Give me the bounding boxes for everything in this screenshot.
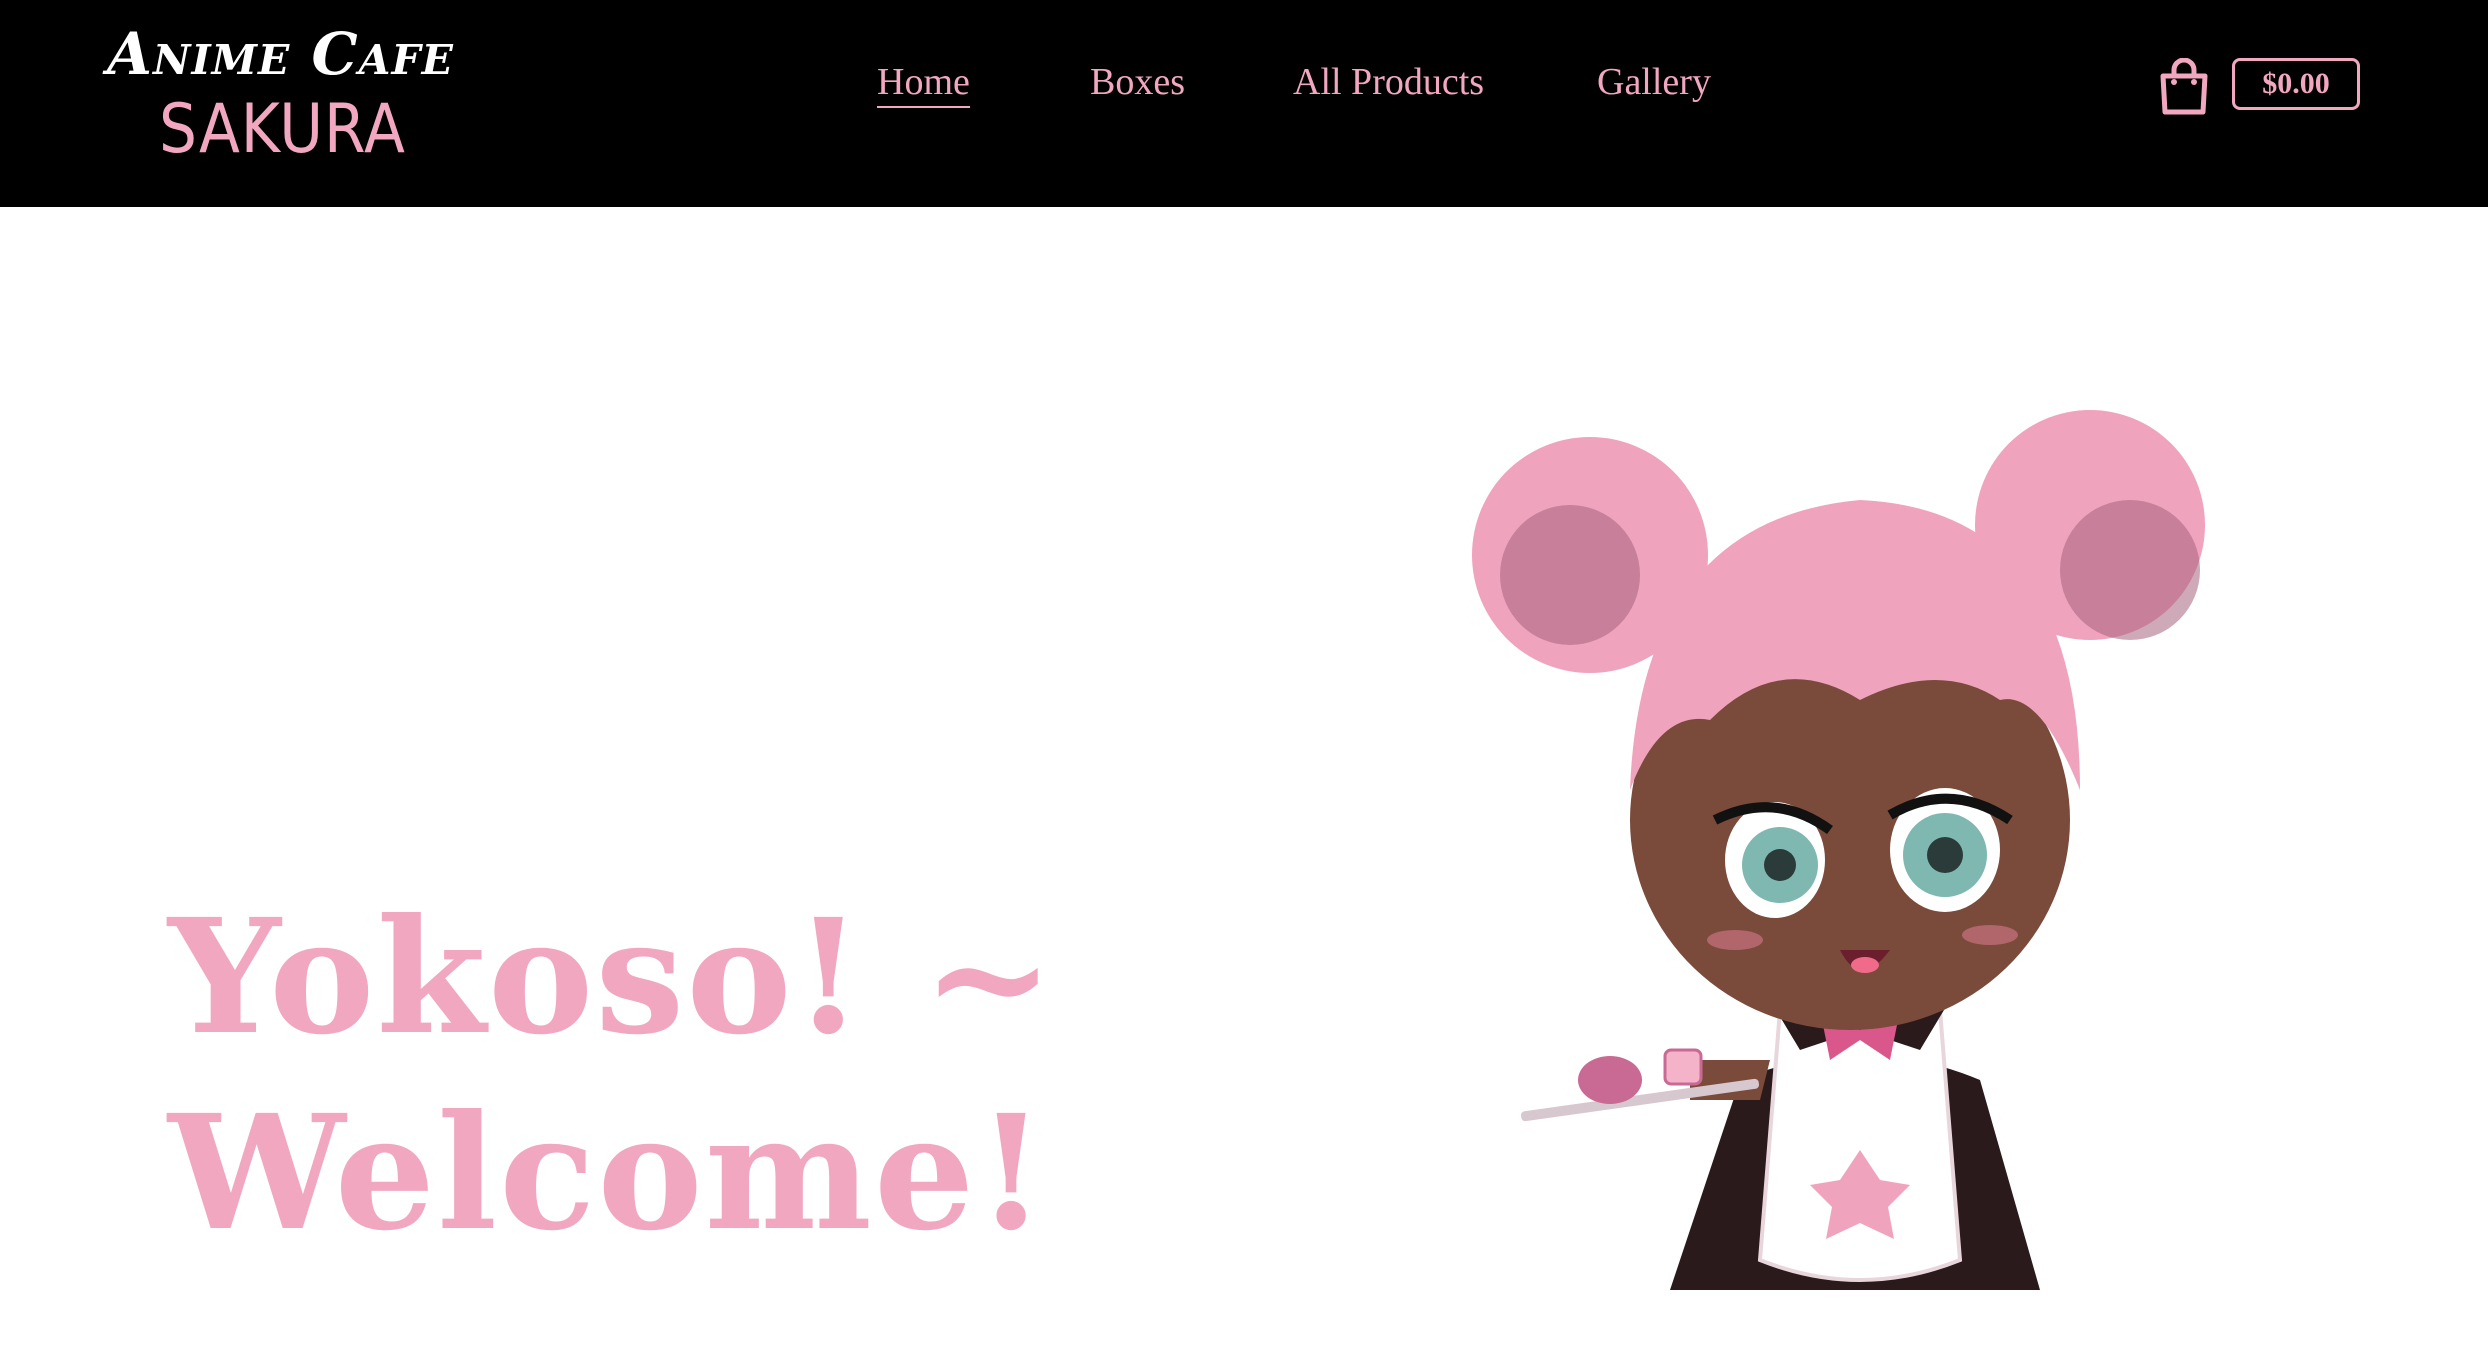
site-header: Anime Cafe SAKURA Home Boxes All Product… bbox=[0, 0, 2488, 207]
nav-boxes[interactable]: Boxes bbox=[1090, 60, 1185, 104]
logo-line-1: Anime Cafe bbox=[107, 20, 454, 88]
logo-line-2: SAKURA bbox=[159, 90, 406, 169]
mascot-illustration bbox=[1440, 360, 2280, 1342]
nav-gallery[interactable]: Gallery bbox=[1597, 60, 1711, 104]
nav-home[interactable]: Home bbox=[877, 60, 970, 108]
shopping-bag-icon[interactable] bbox=[2158, 57, 2210, 116]
cart-total-button[interactable]: $0.00 bbox=[2232, 58, 2360, 110]
hero-title-line-2: Welcome! bbox=[168, 1081, 1048, 1266]
hero-title-line-1: Yokoso! ~ bbox=[168, 885, 1057, 1070]
site-logo[interactable]: Anime Cafe SAKURA bbox=[105, 12, 465, 169]
nav-all-products[interactable]: All Products bbox=[1293, 60, 1484, 104]
hero-title: Yokoso! ~ Welcome! bbox=[168, 880, 1056, 1272]
